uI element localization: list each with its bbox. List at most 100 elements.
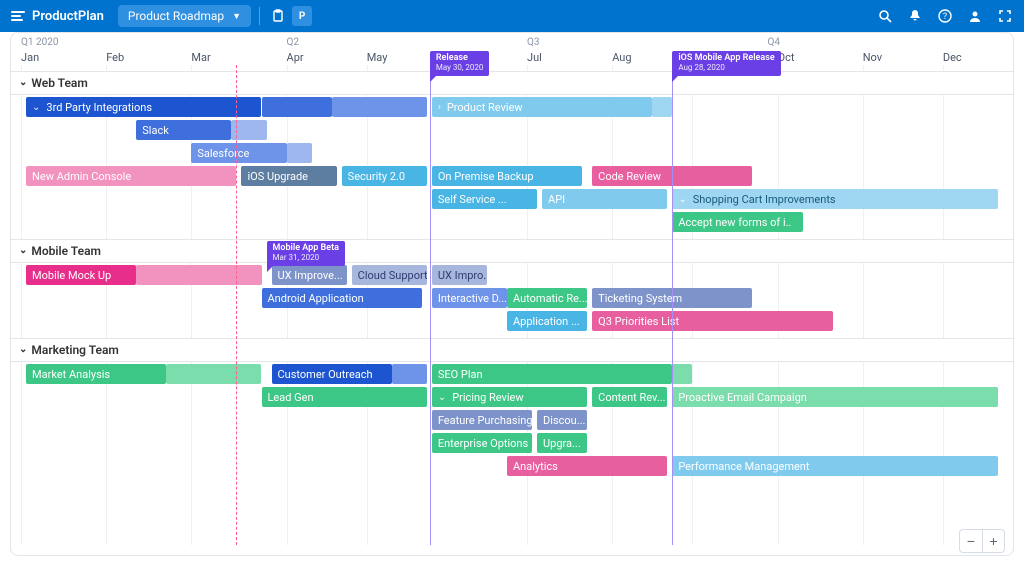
bar-label: Performance Management bbox=[678, 460, 809, 473]
roadmap-bar[interactable]: Discou... bbox=[537, 410, 587, 430]
roadmap-bar[interactable]: Application ... bbox=[507, 311, 587, 331]
roadmap-bar[interactable]: Mobile Mock Up bbox=[26, 265, 136, 285]
month-tick: Jul bbox=[527, 51, 542, 64]
milestone-flag[interactable]: ReleaseMay 30, 2020 bbox=[430, 51, 490, 76]
roadmap-bar[interactable]: Content Rev... bbox=[592, 387, 667, 407]
roadmap-bar[interactable]: ⌄Pricing Review bbox=[432, 387, 587, 407]
lane-title: Web Team bbox=[31, 76, 87, 90]
roadmap-bar[interactable]: Cloud Support bbox=[352, 265, 427, 285]
roadmap-bar[interactable]: ›Product Review bbox=[432, 97, 652, 117]
bar-label: UX Impro... bbox=[438, 269, 487, 282]
lane-header[interactable]: ⌄ Web Team bbox=[11, 71, 1013, 95]
roadmap-dropdown[interactable]: Product Roadmap ▼ bbox=[118, 5, 251, 27]
bar-label: Ticketing System bbox=[598, 292, 682, 305]
roadmap-bar[interactable] bbox=[166, 364, 261, 384]
roadmap-bar[interactable]: Interactive D... bbox=[432, 288, 507, 308]
roadmap-bar[interactable] bbox=[392, 364, 427, 384]
lane-header[interactable]: ⌄Mobile Team bbox=[11, 239, 1013, 263]
search-icon[interactable] bbox=[876, 7, 894, 25]
bar-label: Product Review bbox=[447, 101, 523, 114]
lane-row: Feature Purchasing Discou... bbox=[11, 408, 1013, 431]
topbar: ProductPlan Product Roadmap ▼ P ? bbox=[0, 0, 1024, 32]
chevron-down-icon: ⌄ bbox=[32, 102, 40, 113]
milestone-flag[interactable]: iOS Mobile App ReleaseAug 28, 2020 bbox=[672, 51, 780, 76]
roadmap-bar[interactable]: Enterprise Options bbox=[432, 433, 532, 453]
roadmap-bar[interactable]: On Premise Backup bbox=[432, 166, 582, 186]
quarter-tick: Q2 bbox=[287, 37, 300, 48]
roadmap-bar[interactable] bbox=[672, 364, 692, 384]
lane-row: Application ...Q3 Priorities List bbox=[11, 309, 1013, 332]
lane-row: Android Application Interactive D...Autom… bbox=[11, 286, 1013, 309]
roadmap-bar[interactable]: Accept new forms of i.. bbox=[672, 212, 802, 232]
bar-label: New Admin Console bbox=[32, 170, 131, 183]
today-line bbox=[236, 65, 237, 545]
milestone-flag[interactable]: Mobile App BetaMar 31, 2020 bbox=[267, 241, 345, 266]
lane-row: Lead Gen ⌄Pricing Review Content Rev... Pro… bbox=[11, 385, 1013, 408]
roadmap-bar[interactable]: Self Service ... bbox=[432, 189, 537, 209]
lane-row: New Admin Console iOS Upgrade Security 2.0… bbox=[11, 164, 1013, 187]
milestone-line bbox=[672, 71, 673, 545]
lane-header[interactable]: ⌄Marketing Team bbox=[11, 338, 1013, 362]
lane-row: Market Analysis Customer Outreach SEO Plan bbox=[11, 362, 1013, 385]
roadmap-bar[interactable]: Upgra... bbox=[537, 433, 587, 453]
zoom-controls: − + bbox=[959, 529, 1005, 553]
month-tick: Nov bbox=[863, 51, 882, 64]
roadmap-bar[interactable] bbox=[332, 97, 427, 117]
roadmap-bar[interactable]: Proactive Email Campaign bbox=[672, 387, 998, 407]
roadmap-bar[interactable] bbox=[287, 143, 312, 163]
bar-label: Accept new forms of i.. bbox=[678, 216, 791, 229]
help-icon[interactable]: ? bbox=[936, 7, 954, 25]
parking-icon[interactable]: P bbox=[292, 6, 312, 26]
bar-label: Code Review bbox=[598, 170, 661, 183]
roadmap-bar[interactable]: Customer Outreach bbox=[272, 364, 392, 384]
zoom-in-button[interactable]: + bbox=[982, 530, 1004, 552]
topbar-right: ? bbox=[876, 7, 1014, 25]
roadmap-bar[interactable] bbox=[136, 265, 261, 285]
roadmap-bar[interactable]: ⌄ 3rd Party Integrations bbox=[26, 97, 261, 117]
quarter-axis: Q1 2020Q2Q3Q4 bbox=[11, 37, 1013, 49]
month-tick: Dec bbox=[943, 51, 962, 64]
roadmap-bar[interactable]: SEO Plan bbox=[432, 364, 672, 384]
roadmap-bar[interactable]: UX Impro... bbox=[432, 265, 487, 285]
roadmap-bar[interactable]: UX Improve... bbox=[272, 265, 347, 285]
roadmap-bar[interactable]: Feature Purchasing bbox=[432, 410, 532, 430]
separator bbox=[259, 7, 260, 25]
bar-label: Interactive D... bbox=[438, 292, 507, 305]
roadmap-bar[interactable]: Q3 Priorities List bbox=[592, 311, 832, 331]
lane-body: Mobile Mock Up UX Improve...Cloud Support… bbox=[11, 263, 1013, 338]
bar-label: On Premise Backup bbox=[438, 170, 534, 183]
roadmap-bar[interactable]: Automatic Re... bbox=[507, 288, 587, 308]
roadmap-bar[interactable]: New Admin Console bbox=[26, 166, 236, 186]
bar-label: Self Service ... bbox=[438, 193, 507, 206]
roadmap-bar[interactable] bbox=[262, 97, 332, 117]
roadmap-bar[interactable]: Salesforce bbox=[191, 143, 286, 163]
roadmap-bar[interactable]: Security 2.0 bbox=[342, 166, 427, 186]
lane-body: ⌄ 3rd Party Integrations ›Product Review Sl… bbox=[11, 95, 1013, 239]
month-axis: JanFebMarAprMayJulAugSepOctNovDec bbox=[11, 51, 1013, 65]
roadmap-bar[interactable]: ⌄Shopping Cart Improvements bbox=[672, 189, 998, 209]
chevron-down-icon: ⌄ bbox=[19, 77, 27, 88]
roadmap-bar[interactable]: Market Analysis bbox=[26, 364, 166, 384]
roadmap-bar[interactable]: Performance Management bbox=[672, 456, 998, 476]
clipboard-icon[interactable] bbox=[268, 6, 288, 26]
roadmap-bar[interactable]: Slack bbox=[136, 120, 231, 140]
fullscreen-icon[interactable] bbox=[996, 7, 1014, 25]
bar-label: Market Analysis bbox=[32, 368, 110, 381]
zoom-out-button[interactable]: − bbox=[960, 530, 982, 552]
bar-label: Content Rev... bbox=[598, 391, 665, 404]
roadmap-bar[interactable]: Lead Gen bbox=[262, 387, 427, 407]
roadmap-bar[interactable]: Android Application bbox=[262, 288, 422, 308]
lane-row: Self Service ... API⌄Shopping Cart Improv… bbox=[11, 187, 1013, 210]
bar-label: 3rd Party Integrations bbox=[46, 101, 152, 114]
roadmap-bar[interactable]: iOS Upgrade bbox=[241, 166, 336, 186]
roadmap-bar[interactable]: API bbox=[542, 189, 667, 209]
roadmap-canvas: Q1 2020Q2Q3Q4 JanFebMarAprMayJulAugSepOc… bbox=[10, 32, 1014, 556]
roadmap-bar[interactable]: Analytics bbox=[507, 456, 667, 476]
bar-label: Feature Purchasing bbox=[438, 414, 532, 427]
user-icon[interactable] bbox=[966, 7, 984, 25]
bar-label: Analytics bbox=[513, 460, 558, 473]
bell-icon[interactable] bbox=[906, 7, 924, 25]
bar-label: Lead Gen bbox=[268, 391, 314, 404]
bar-label: Upgra... bbox=[543, 437, 581, 450]
roadmap-bar[interactable] bbox=[652, 97, 672, 117]
